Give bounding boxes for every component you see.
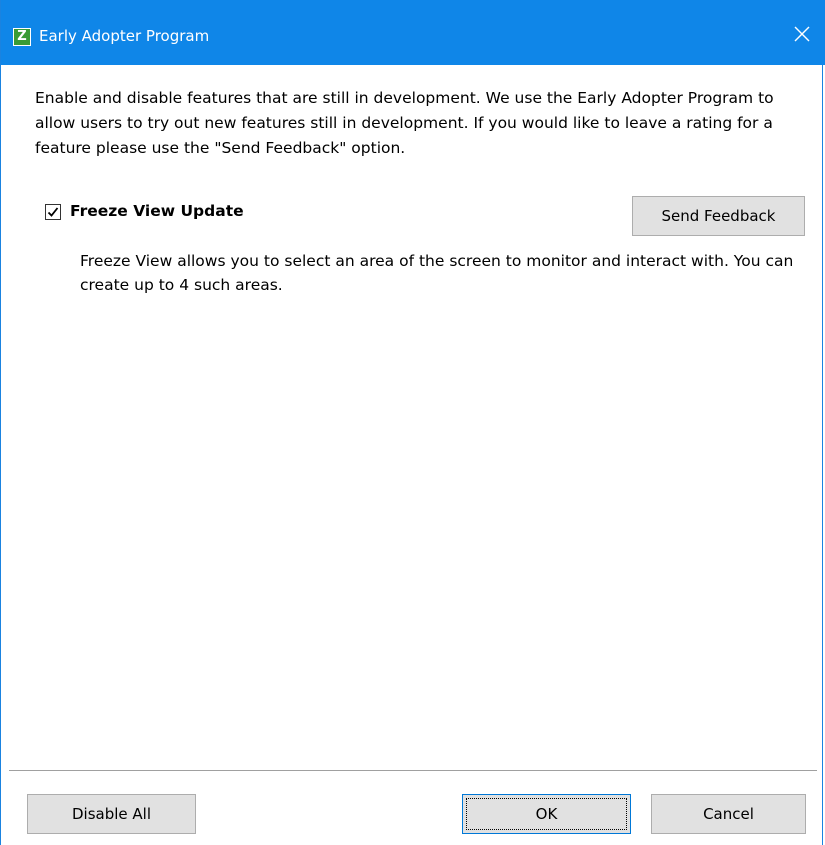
disable-all-button[interactable]: Disable All xyxy=(27,794,196,834)
app-logo-letter: Z xyxy=(17,29,27,44)
footer-divider xyxy=(9,770,817,772)
focus-ring xyxy=(466,798,627,830)
close-icon xyxy=(794,26,810,42)
checkmark-icon xyxy=(47,207,59,217)
feature-label[interactable]: Freeze View Update xyxy=(70,202,244,220)
title-bar[interactable]: Z Early Adopter Program xyxy=(1,0,825,65)
send-feedback-button[interactable]: Send Feedback xyxy=(632,196,805,236)
window-title: Early Adopter Program xyxy=(39,27,210,45)
freeze-view-checkbox[interactable] xyxy=(45,204,61,220)
feature-description: Freeze View allows you to select an area… xyxy=(80,252,794,294)
program-description: Enable and disable features that are sti… xyxy=(35,89,774,157)
dialog-window: Z Early Adopter Program Enable and disab… xyxy=(0,0,825,845)
close-button[interactable] xyxy=(780,10,825,65)
ok-button[interactable]: OK xyxy=(462,794,631,834)
cancel-button[interactable]: Cancel xyxy=(651,794,806,834)
app-logo-icon: Z xyxy=(13,28,31,46)
